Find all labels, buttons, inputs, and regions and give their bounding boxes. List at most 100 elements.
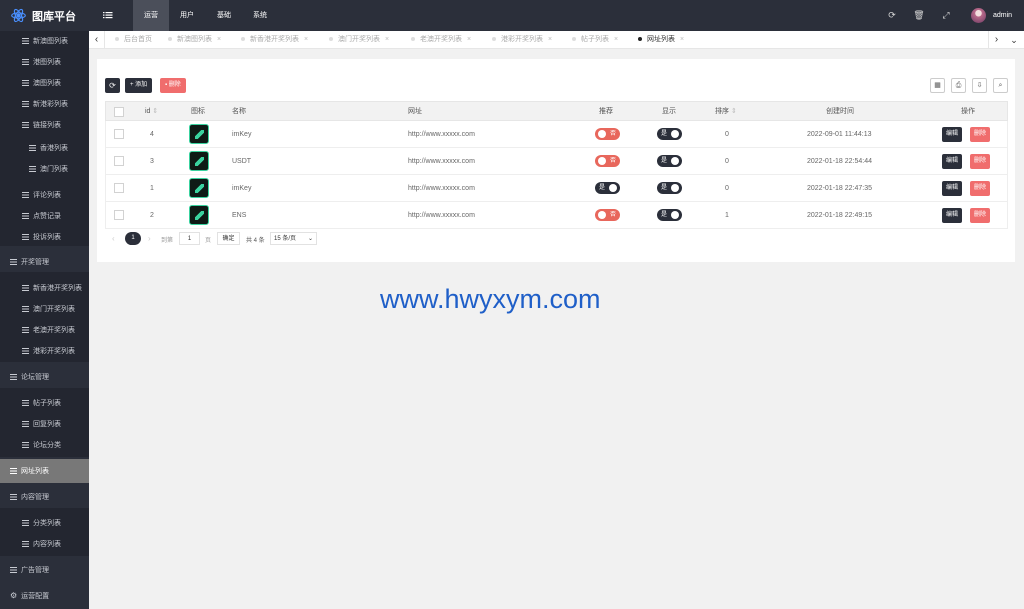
sidebar-item-content-list[interactable]: 内容列表 <box>0 533 89 554</box>
delete-button[interactable]: ▪ 删除 <box>160 78 186 93</box>
table-row: 4 imKey http://www.xxxxx.com 否 是 0 2022-… <box>105 121 1008 148</box>
page-tab-hk-lottery[interactable]: 港彩开奖列表 × <box>492 31 552 49</box>
page-tab-old-macau-lottery[interactable]: 老澳开奖列表 × <box>411 31 471 49</box>
recommend-switch[interactable]: 否 <box>595 155 620 167</box>
row-checkbox[interactable] <box>114 210 124 220</box>
sidebar-item-macau[interactable]: 澳门列表 <box>0 158 89 179</box>
sidebar-item-ops-config[interactable]: ⚙ 运营配置 <box>0 585 89 606</box>
row-checkbox[interactable] <box>114 129 124 139</box>
edit-button[interactable]: 编辑 <box>942 127 963 142</box>
sidebar-item-links[interactable]: 链接列表 <box>0 114 89 135</box>
sidebar-item-complaints[interactable]: 投诉列表 <box>0 226 89 247</box>
recommend-switch[interactable]: 是 <box>595 182 620 194</box>
fullscreen-icon[interactable]: ⤢ <box>940 9 952 21</box>
edit-button[interactable]: 编辑 <box>942 181 963 196</box>
close-icon[interactable]: × <box>614 36 618 43</box>
sidebar-item-aotu[interactable]: 澳图列表 <box>0 72 89 93</box>
nav-tab-system[interactable]: 系统 <box>244 0 276 31</box>
display-switch[interactable]: 是 <box>657 128 682 140</box>
delete-row-button[interactable]: 删除 <box>970 181 991 196</box>
display-switch[interactable]: 是 <box>657 182 682 194</box>
sidebar-item-gangtu[interactable]: 港图列表 <box>0 51 89 72</box>
chevron-down-icon[interactable]: ⌄ <box>1006 31 1022 49</box>
page-tab-macau-lottery[interactable]: 澳门开奖列表 × <box>329 31 389 49</box>
sidebar-item-new-hk-lottery[interactable]: 新香港开奖列表 <box>0 277 89 298</box>
sidebar-group-ads[interactable]: 广告管理 <box>0 559 89 580</box>
page-tab-xinaotu[interactable]: 新澳图列表 × <box>168 31 221 49</box>
tabs-scroll-left-icon[interactable]: ‹ <box>89 31 105 49</box>
close-icon[interactable]: × <box>385 36 389 43</box>
sidebar-item-xingangcai[interactable]: 新港彩列表 <box>0 93 89 114</box>
delete-row-button[interactable]: 删除 <box>970 127 991 142</box>
pager-per-page-select[interactable]: 15 条/页 ⌄ <box>270 232 317 245</box>
edit-button[interactable]: 编辑 <box>942 154 963 169</box>
trash-icon[interactable]: 🗑 <box>913 9 925 21</box>
pager-page-current[interactable]: 1 <box>125 232 141 245</box>
close-icon[interactable]: × <box>304 36 308 43</box>
sidebar-item-label: 开奖管理 <box>21 258 49 266</box>
close-icon[interactable]: × <box>548 36 552 43</box>
sort-icon[interactable]: ⇕ <box>731 108 737 115</box>
add-button[interactable]: + 添加 <box>125 78 153 93</box>
refresh-icon[interactable]: ⟳ <box>886 9 898 21</box>
recommend-switch[interactable]: 否 <box>595 209 620 221</box>
sidebar-item-urls[interactable]: 网址列表 <box>0 459 89 483</box>
sidebar-item-replies[interactable]: 回复列表 <box>0 413 89 434</box>
sidebar-item-hongkong[interactable]: 香港列表 <box>0 137 89 158</box>
sort-icon[interactable]: ⇕ <box>152 108 158 115</box>
page-tabs-bar: ‹ 后台首页 新澳图列表 × 新香港开奖列表 × 澳门开奖列表 × 老澳开奖列表 × 港… <box>89 31 1024 49</box>
delete-row-button[interactable]: 删除 <box>970 154 991 169</box>
sidebar-item-likes[interactable]: 点赞记录 <box>0 205 89 226</box>
edit-button[interactable]: 编辑 <box>942 208 963 223</box>
sidebar-item-xinaotu[interactable]: 新澳图列表 <box>0 30 89 51</box>
cell-id: 2 <box>150 212 154 219</box>
close-icon[interactable]: × <box>680 36 684 43</box>
nav-tab-basic[interactable]: 基础 <box>208 0 240 31</box>
select-all-checkbox[interactable] <box>114 107 124 117</box>
nav-tab-operations[interactable]: 运营 <box>133 0 169 31</box>
sidebar-item-categories[interactable]: 分类列表 <box>0 512 89 533</box>
row-checkbox[interactable] <box>114 183 124 193</box>
pager-per-page-value: 15 条/页 <box>274 236 297 242</box>
page-tab-posts[interactable]: 帖子列表 × <box>572 31 618 49</box>
pager-confirm-button[interactable]: 确定 <box>217 232 240 245</box>
sidebar-item-forum-categories[interactable]: 论坛分类 <box>0 434 89 455</box>
menu-icon[interactable] <box>103 9 113 21</box>
delete-row-button[interactable]: 删除 <box>970 208 991 223</box>
column-header-sort[interactable]: 排序 ⇕ <box>715 102 737 122</box>
display-switch[interactable]: 是 <box>657 155 682 167</box>
pager-prev-icon[interactable]: ‹ <box>112 234 115 243</box>
sidebar-item-old-macau-lottery[interactable]: 老澳开奖列表 <box>0 319 89 340</box>
column-header-id[interactable]: id ⇕ <box>145 102 158 122</box>
pager-goto-input[interactable]: 1 <box>179 232 200 245</box>
pager-next-icon[interactable]: › <box>148 234 151 243</box>
refresh-button[interactable]: ⟳ <box>105 78 120 93</box>
avatar[interactable] <box>971 8 986 23</box>
sidebar-item-posts[interactable]: 帖子列表 <box>0 392 89 413</box>
app-title: 图库平台 <box>32 10 76 23</box>
sidebar-item-macau-lottery[interactable]: 澳门开奖列表 <box>0 298 89 319</box>
sidebar-group-content[interactable]: 内容管理 <box>0 486 89 507</box>
app-logo[interactable]: 图库平台 <box>0 0 89 31</box>
row-checkbox[interactable] <box>114 156 124 166</box>
display-switch[interactable]: 是 <box>657 209 682 221</box>
page-tab-new-hk-lottery[interactable]: 新香港开奖列表 × <box>241 31 308 49</box>
search-icon[interactable]: ⌕ <box>993 78 1008 93</box>
list-icon <box>22 347 29 354</box>
user-name[interactable]: admin <box>993 0 1012 31</box>
close-icon[interactable]: × <box>467 36 471 43</box>
page-tab-urls[interactable]: 网址列表 × <box>638 31 684 49</box>
print-icon[interactable]: ⎙ <box>951 78 966 93</box>
columns-icon[interactable]: ▦ <box>930 78 945 93</box>
tabs-scroll-right-icon[interactable]: › <box>988 31 1004 49</box>
close-icon[interactable]: × <box>217 36 221 43</box>
sidebar-group-forum[interactable]: 论坛管理 <box>0 366 89 387</box>
cell-sort: 0 <box>725 185 729 192</box>
recommend-switch[interactable]: 否 <box>595 128 620 140</box>
export-icon[interactable]: ⇩ <box>972 78 987 93</box>
page-tab-home[interactable]: 后台首页 <box>115 31 152 49</box>
nav-tab-users[interactable]: 用户 <box>171 0 203 31</box>
sidebar-group-lottery[interactable]: 开奖管理 <box>0 251 89 272</box>
sidebar-item-hk-lottery[interactable]: 港彩开奖列表 <box>0 340 89 361</box>
sidebar-item-comments[interactable]: 评论列表 <box>0 184 89 205</box>
